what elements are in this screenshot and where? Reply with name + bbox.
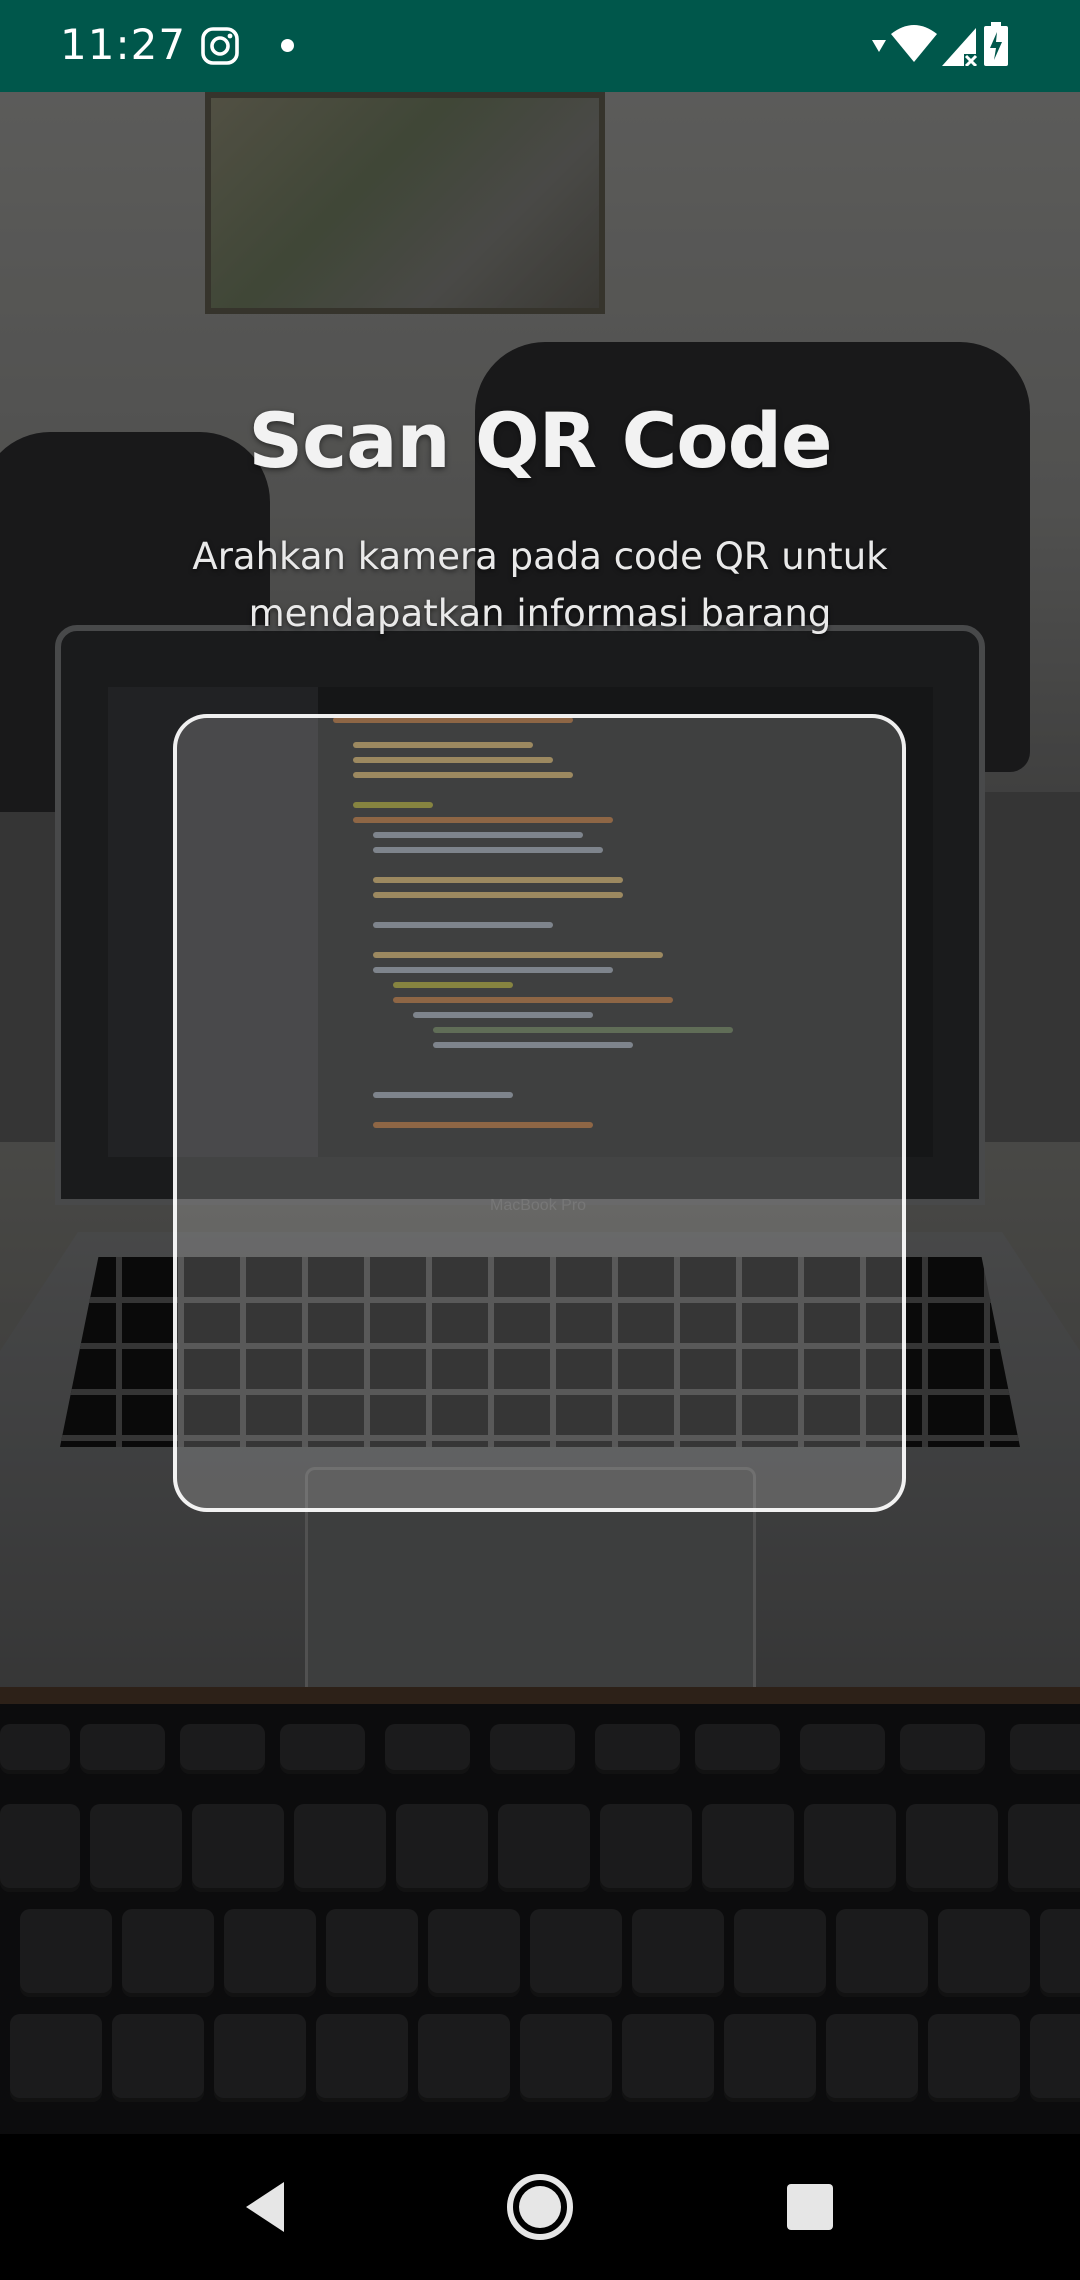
qr-scan-viewfinder[interactable] [173,714,906,1512]
scan-instructions: Arahkan kamera pada code QR untuk mendap… [140,528,940,642]
recents-button[interactable] [765,2162,855,2252]
status-icons [872,22,1022,70]
camera-scene-external-keyboard [0,1704,1080,2134]
camera-scene-poster [205,92,605,314]
status-bar: 11:27 [0,0,1080,92]
scan-instructions-line-1: Arahkan kamera pada code QR untuk [192,535,888,578]
home-icon [507,2174,573,2240]
signal-arrow-icon [872,40,886,52]
scan-title: Scan QR Code [248,396,832,485]
cellular-no-signal-icon [942,28,978,66]
back-icon [246,2182,284,2232]
wifi-icon [891,25,937,62]
battery-charging-icon [984,22,1008,66]
navigation-bar [0,2134,1080,2280]
instagram-icon [201,27,239,65]
scan-instructions-line-2: mendapatkan informasi barang [248,592,832,635]
qr-scanner-screen: MacBook Pro Scan QR Code Arahkan kamera … [0,0,1080,2280]
recents-icon [787,2184,833,2230]
home-button[interactable] [495,2162,585,2252]
back-button[interactable] [224,2162,314,2252]
notification-dot-icon [281,39,294,52]
status-time: 11:27 [60,20,187,69]
